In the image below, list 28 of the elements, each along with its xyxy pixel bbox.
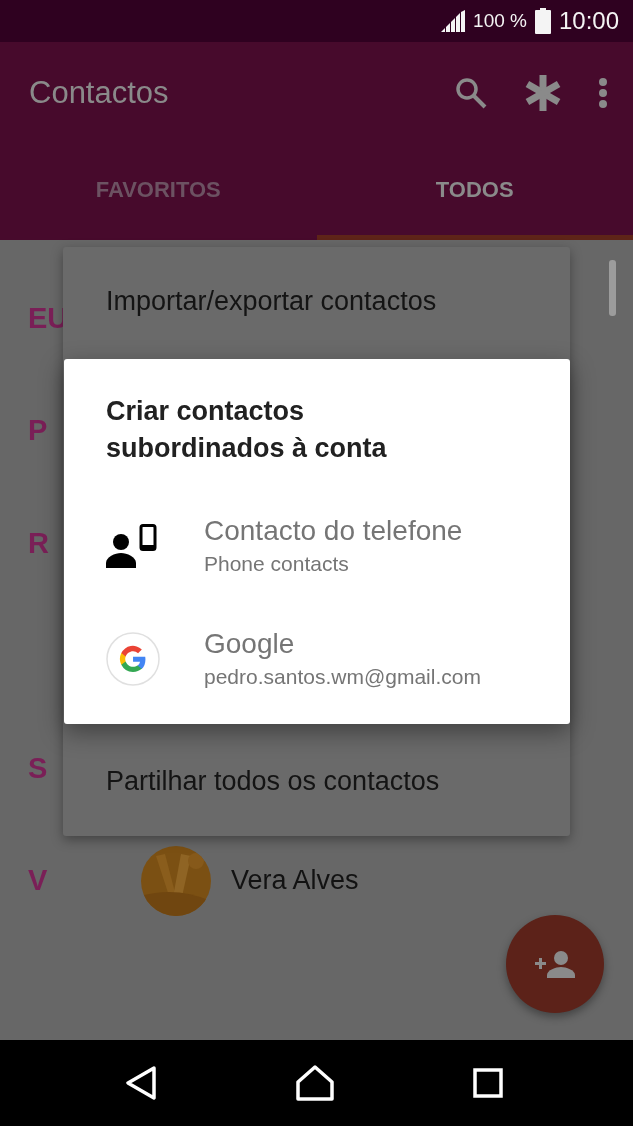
- home-icon[interactable]: [296, 1065, 334, 1101]
- index-letter: R: [28, 526, 50, 560]
- account-name: pedro.santos.wm@gmail.com: [204, 663, 481, 690]
- more-options-icon[interactable]: [599, 78, 607, 108]
- signal-icon: [441, 10, 466, 32]
- battery-level: 100 %: [473, 10, 527, 32]
- scrollbar: [609, 260, 616, 316]
- clock: 10:00: [558, 7, 619, 35]
- account-option[interactable]: Google: [204, 625, 481, 662]
- person-with-phone-icon: [106, 523, 158, 568]
- asterisk-icon[interactable]: [525, 75, 561, 111]
- add-person-icon: [535, 950, 575, 978]
- battery-icon: [534, 8, 551, 34]
- dialog-title: Criar contactos subordinados à conta: [106, 395, 388, 465]
- menu-item[interactable]: Partilhar todos os contactos: [106, 753, 570, 809]
- menu-item[interactable]: Importar/exportar contactos: [106, 273, 570, 329]
- account-name: Phone contacts: [204, 550, 350, 577]
- index-letter: S: [28, 751, 49, 785]
- g-logo-icon: [106, 631, 160, 686]
- account-option[interactable]: Contacto do telefone: [204, 512, 463, 549]
- back-icon[interactable]: [124, 1066, 157, 1100]
- search-icon[interactable]: [455, 77, 487, 109]
- contact-name[interactable]: Vera Alves: [231, 865, 359, 897]
- index-letter: V: [28, 864, 49, 898]
- recents-icon[interactable]: [473, 1068, 504, 1098]
- app-title: Contactos: [29, 75, 170, 111]
- tab[interactable]: FAVORITOS: [0, 144, 317, 240]
- index-letter: P: [28, 414, 49, 448]
